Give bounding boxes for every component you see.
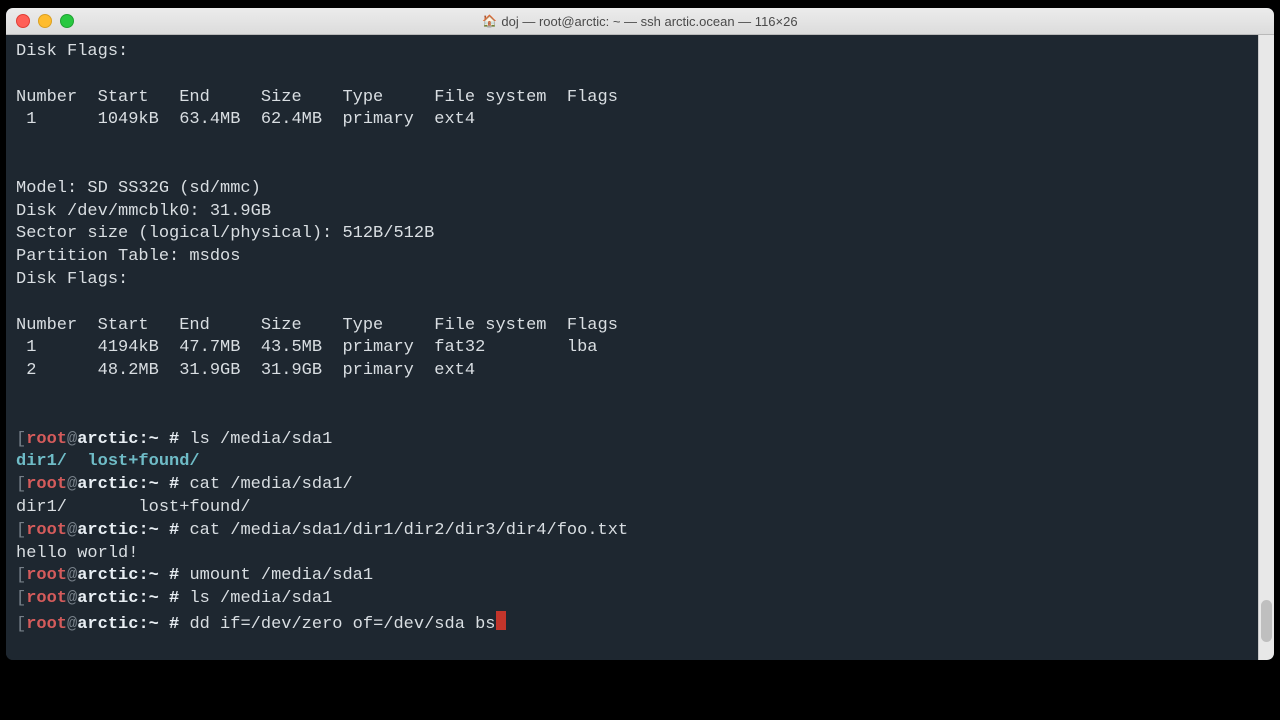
- prompt-path: :~ #: [138, 430, 179, 449]
- terminal-window: 🏠 doj — root@arctic: ~ — ssh arctic.ocea…: [6, 8, 1274, 660]
- line: Number Start End Size Type File system F…: [16, 88, 618, 107]
- bracket: [: [16, 566, 26, 585]
- prompt-at: @: [67, 589, 77, 608]
- zoom-icon[interactable]: [60, 14, 74, 28]
- line: hello world!: [16, 544, 138, 563]
- close-icon[interactable]: [16, 14, 30, 28]
- prompt-at: @: [67, 615, 77, 634]
- line: Sector size (logical/physical): 512B/512…: [16, 224, 434, 243]
- prompt-user: root: [26, 566, 67, 585]
- bracket: [: [16, 615, 26, 634]
- prompt-at: @: [67, 566, 77, 585]
- cmd: ls /media/sda1: [179, 430, 332, 449]
- line: Model: SD SS32G (sd/mmc): [16, 179, 261, 198]
- cmd: dd if=/dev/zero of=/dev/sda bs: [179, 615, 495, 634]
- cmd: ls /media/sda1: [179, 589, 332, 608]
- bracket: [: [16, 589, 26, 608]
- terminal-body: Disk Flags: Number Start End Size Type F…: [6, 35, 1274, 660]
- prompt-user: root: [26, 615, 67, 634]
- prompt-host: arctic: [77, 521, 138, 540]
- window-title: 🏠 doj — root@arctic: ~ — ssh arctic.ocea…: [6, 14, 1274, 29]
- prompt-path: :~ #: [138, 615, 179, 634]
- line: Disk Flags:: [16, 270, 128, 289]
- line: Disk /dev/mmcblk0: 31.9GB: [16, 202, 271, 221]
- prompt-user: root: [26, 430, 67, 449]
- prompt-user: root: [26, 521, 67, 540]
- prompt-at: @: [67, 521, 77, 540]
- prompt-at: @: [67, 430, 77, 449]
- prompt-path: :~ #: [138, 589, 179, 608]
- line: Partition Table: msdos: [16, 247, 240, 266]
- line: Disk Flags:: [16, 42, 128, 61]
- prompt-host: arctic: [77, 475, 138, 494]
- prompt-path: :~ #: [138, 475, 179, 494]
- bracket: [: [16, 475, 26, 494]
- dir: lost+found/: [67, 452, 200, 471]
- prompt-user: root: [26, 475, 67, 494]
- prompt-host: arctic: [77, 615, 138, 634]
- line: 1 4194kB 47.7MB 43.5MB primary fat32 lba: [16, 338, 598, 357]
- prompt-host: arctic: [77, 589, 138, 608]
- bracket: [: [16, 521, 26, 540]
- line: Number Start End Size Type File system F…: [16, 316, 618, 335]
- cursor-icon: [496, 611, 506, 630]
- cmd: cat /media/sda1/: [179, 475, 352, 494]
- terminal-output[interactable]: Disk Flags: Number Start End Size Type F…: [6, 35, 1258, 660]
- home-icon: 🏠: [482, 14, 497, 28]
- traffic-lights: [6, 14, 74, 28]
- prompt-user: root: [26, 589, 67, 608]
- prompt-host: arctic: [77, 566, 138, 585]
- window-title-text: doj — root@arctic: ~ — ssh arctic.ocean …: [501, 14, 797, 29]
- prompt-host: arctic: [77, 430, 138, 449]
- bracket: [: [16, 430, 26, 449]
- scroll-thumb[interactable]: [1261, 600, 1272, 642]
- cmd: umount /media/sda1: [179, 566, 373, 585]
- line: dir1/ lost+found/: [16, 498, 251, 517]
- line: 1 1049kB 63.4MB 62.4MB primary ext4: [16, 110, 475, 129]
- scrollbar[interactable]: [1258, 35, 1274, 660]
- prompt-at: @: [67, 475, 77, 494]
- titlebar[interactable]: 🏠 doj — root@arctic: ~ — ssh arctic.ocea…: [6, 8, 1274, 35]
- dir: dir1/: [16, 452, 67, 471]
- minimize-icon[interactable]: [38, 14, 52, 28]
- prompt-path: :~ #: [138, 566, 179, 585]
- line: 2 48.2MB 31.9GB 31.9GB primary ext4: [16, 361, 475, 380]
- cmd: cat /media/sda1/dir1/dir2/dir3/dir4/foo.…: [179, 521, 628, 540]
- prompt-path: :~ #: [138, 521, 179, 540]
